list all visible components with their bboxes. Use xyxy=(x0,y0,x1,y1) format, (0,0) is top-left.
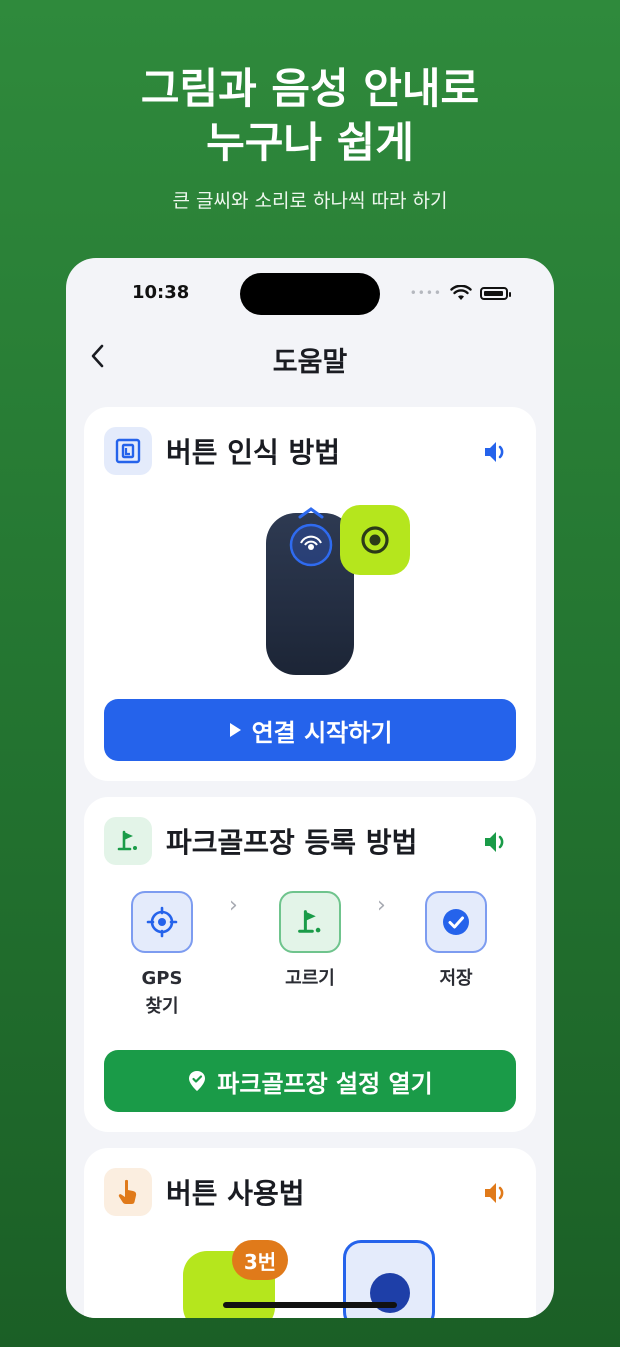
dynamic-island xyxy=(240,273,380,315)
flag-icon xyxy=(279,891,341,953)
press-count-badge: 3번 xyxy=(232,1240,288,1280)
promo-subtitle: 큰 글씨와 소리로 하나씩 따라 하기 xyxy=(172,190,448,212)
usage-card: 버튼 사용법 3번 xyxy=(84,1148,536,1318)
wifi-icon xyxy=(450,285,472,300)
usage-card-header: 버튼 사용법 xyxy=(104,1168,305,1216)
park-golf-card-title: 파크골프장 등록 방법 xyxy=(166,826,418,859)
home-indicator[interactable] xyxy=(223,1302,397,1308)
check-circle-icon xyxy=(425,891,487,953)
open-park-golf-settings-label: 파크골프장 설정 열기 xyxy=(217,1069,433,1098)
promo-title: 그림과 음성 안내로 누구나 쉽게 xyxy=(0,62,620,170)
recognition-card-title: 버튼 인식 방법 xyxy=(166,436,341,469)
phone-screen: 10:38 •••• 도움말 버튼 인식 방법 연결 시작하기 파크골프장 등록… xyxy=(66,258,554,1318)
park-golf-card-header: 파크골프장 등록 방법 xyxy=(104,817,417,865)
speaker-icon[interactable] xyxy=(480,827,510,857)
step-gps-label-line-1: GPS xyxy=(141,968,183,989)
step-gps: GPS 찾기 xyxy=(112,891,212,1021)
crosshair-icon xyxy=(131,891,193,953)
play-icon xyxy=(229,723,241,737)
promo-title-line-1: 그림과 음성 안내로 xyxy=(140,64,480,113)
recognition-card: 버튼 인식 방법 연결 시작하기 xyxy=(84,407,536,781)
speaker-icon[interactable] xyxy=(480,1178,510,1208)
status-time: 10:38 xyxy=(132,282,190,303)
location-check-icon xyxy=(189,1071,206,1091)
device-illustration xyxy=(266,505,410,675)
usage-card-title: 버튼 사용법 xyxy=(166,1177,305,1210)
step-arrow-icon: › xyxy=(229,893,238,918)
step-save: 저장 xyxy=(406,891,506,993)
step-choose: 고르기 xyxy=(260,891,360,993)
step-choose-label: 고르기 xyxy=(285,968,335,989)
nfc-icon xyxy=(104,427,152,475)
press-count-label: 3번 xyxy=(243,1249,277,1274)
signal-dots: •••• xyxy=(409,286,442,300)
speaker-icon[interactable] xyxy=(480,437,510,467)
page-title: 도움말 xyxy=(272,347,348,378)
open-park-golf-settings-button[interactable]: 파크골프장 설정 열기 xyxy=(104,1050,516,1112)
flag-icon xyxy=(104,817,152,865)
status-icons: •••• xyxy=(409,285,511,301)
recognition-card-header: 버튼 인식 방법 xyxy=(104,427,340,475)
step-arrow-icon: › xyxy=(377,893,386,918)
step-save-label: 저장 xyxy=(439,968,473,989)
step-gps-label-line-2: 찾기 xyxy=(145,996,179,1017)
start-connection-button[interactable]: 연결 시작하기 xyxy=(104,699,516,761)
start-connection-label: 연결 시작하기 xyxy=(251,718,393,747)
park-golf-card: 파크골프장 등록 방법 GPS 찾기 › 고르기 › 저장 파크골프장 설정 열… xyxy=(84,797,536,1132)
step-gps-label: GPS 찾기 xyxy=(112,965,212,1021)
promo-title-line-2: 누구나 쉽게 xyxy=(206,118,414,167)
battery-icon xyxy=(480,286,511,300)
tap-hand-icon xyxy=(104,1168,152,1216)
